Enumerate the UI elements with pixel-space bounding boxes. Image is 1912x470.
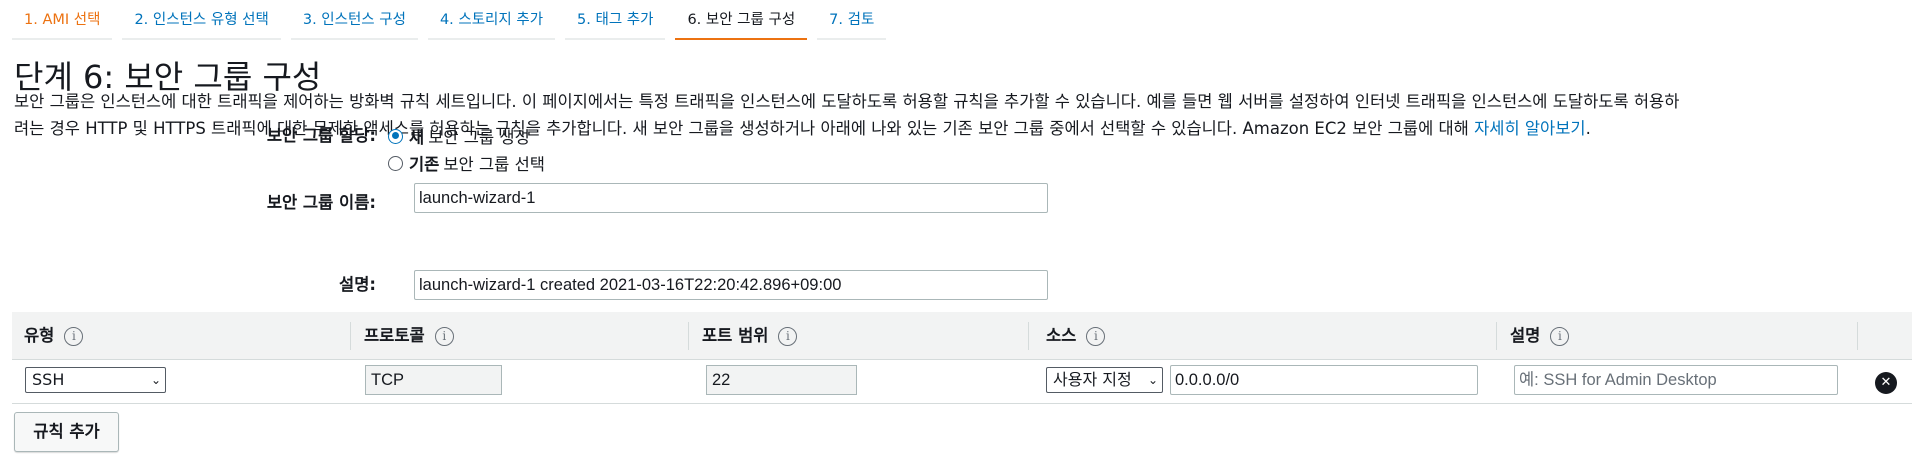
col-type-label: 유형 [24,326,55,345]
sg-description-input[interactable]: launch-wizard-1 created 2021-03-16T22:20… [414,270,1048,300]
radio-create-new-label: 보안 그룹 생성 [428,128,530,147]
col-protocol-header: 프로토콜 i [364,312,454,360]
info-icon[interactable]: i [1550,326,1570,346]
protocol-field: TCP [365,365,502,395]
radio-select-existing-icon[interactable] [388,155,403,171]
radio-select-existing-bold: 기존 [409,155,440,174]
source-type-select[interactable]: 사용자 지정 ⌄ [1046,367,1163,393]
radio-select-existing[interactable]: 기존 보안 그룹 선택 [388,151,545,175]
rules-table-header: 유형 i 프로토콜 i 포트 범위 i 소스 i 설명 i [12,312,1912,360]
col-protocol-label: 프로토콜 [364,326,425,345]
sg-description-label: 설명: [339,275,376,294]
col-port-label: 포트 범위 [702,326,769,345]
info-icon[interactable]: i [778,326,798,346]
type-select-value: SSH [32,370,65,389]
assign-sg-label: 보안 그룹 할당: [266,126,376,145]
port-range-field: 22 [706,365,857,395]
source-type-value: 사용자 지정 [1053,370,1132,389]
chevron-down-icon: ⌄ [150,373,161,387]
source-cidr-input[interactable]: 0.0.0.0/0 [1170,365,1478,395]
step-security-group[interactable]: 6. 보안 그룹 구성 [675,0,808,40]
sg-name-input[interactable]: launch-wizard-1 [414,183,1048,213]
radio-create-new-icon[interactable] [388,128,403,144]
step-review[interactable]: 7. 검토 [817,0,887,40]
description-line-1: 보안 그룹은 인스턴스에 대한 트래픽을 제어하는 방화벽 규칙 세트입니다. … [14,92,1680,111]
step-add-storage[interactable]: 4. 스토리지 추가 [427,0,556,40]
column-divider [1496,322,1497,350]
col-description-label: 설명 [1510,326,1541,345]
step-instance-type[interactable]: 2. 인스턴스 유형 선택 [122,0,281,40]
add-rule-button[interactable]: 규칙 추가 [14,412,119,452]
remove-rule-icon[interactable]: ✕ [1875,372,1897,394]
step-add-tags[interactable]: 5. 태그 추가 [565,0,666,40]
column-divider [1028,322,1029,350]
wizard-steps: 1. AMI 선택 2. 인스턴스 유형 선택 3. 인스턴스 구성 4. 스토… [12,0,896,40]
type-select[interactable]: SSH ⌄ [25,367,166,393]
info-icon[interactable]: i [1086,326,1106,346]
info-icon[interactable]: i [434,326,454,346]
col-source-header: 소스 i [1046,312,1106,360]
step-ami[interactable]: 1. AMI 선택 [12,0,113,40]
chevron-down-icon: ⌄ [1147,373,1158,387]
col-port-header: 포트 범위 i [702,312,798,360]
step-configure-instance[interactable]: 3. 인스턴스 구성 [290,0,418,40]
sg-name-label: 보안 그룹 이름: [266,193,376,212]
radio-create-new[interactable]: 새 보안 그룹 생성 [388,124,530,148]
col-description-header: 설명 i [1510,312,1570,360]
column-divider [1857,322,1858,350]
radio-select-existing-label: 보안 그룹 선택 [443,155,545,174]
learn-more-link[interactable]: 자세히 알아보기 [1474,119,1586,138]
col-type-header: 유형 i [24,312,84,360]
column-divider [688,322,689,350]
description-end: . [1585,119,1591,138]
rule-description-input[interactable]: 예: SSH for Admin Desktop [1514,365,1838,395]
col-source-label: 소스 [1046,326,1077,345]
column-divider [350,322,351,350]
radio-create-new-bold: 새 [409,128,425,147]
info-icon[interactable]: i [64,326,84,346]
